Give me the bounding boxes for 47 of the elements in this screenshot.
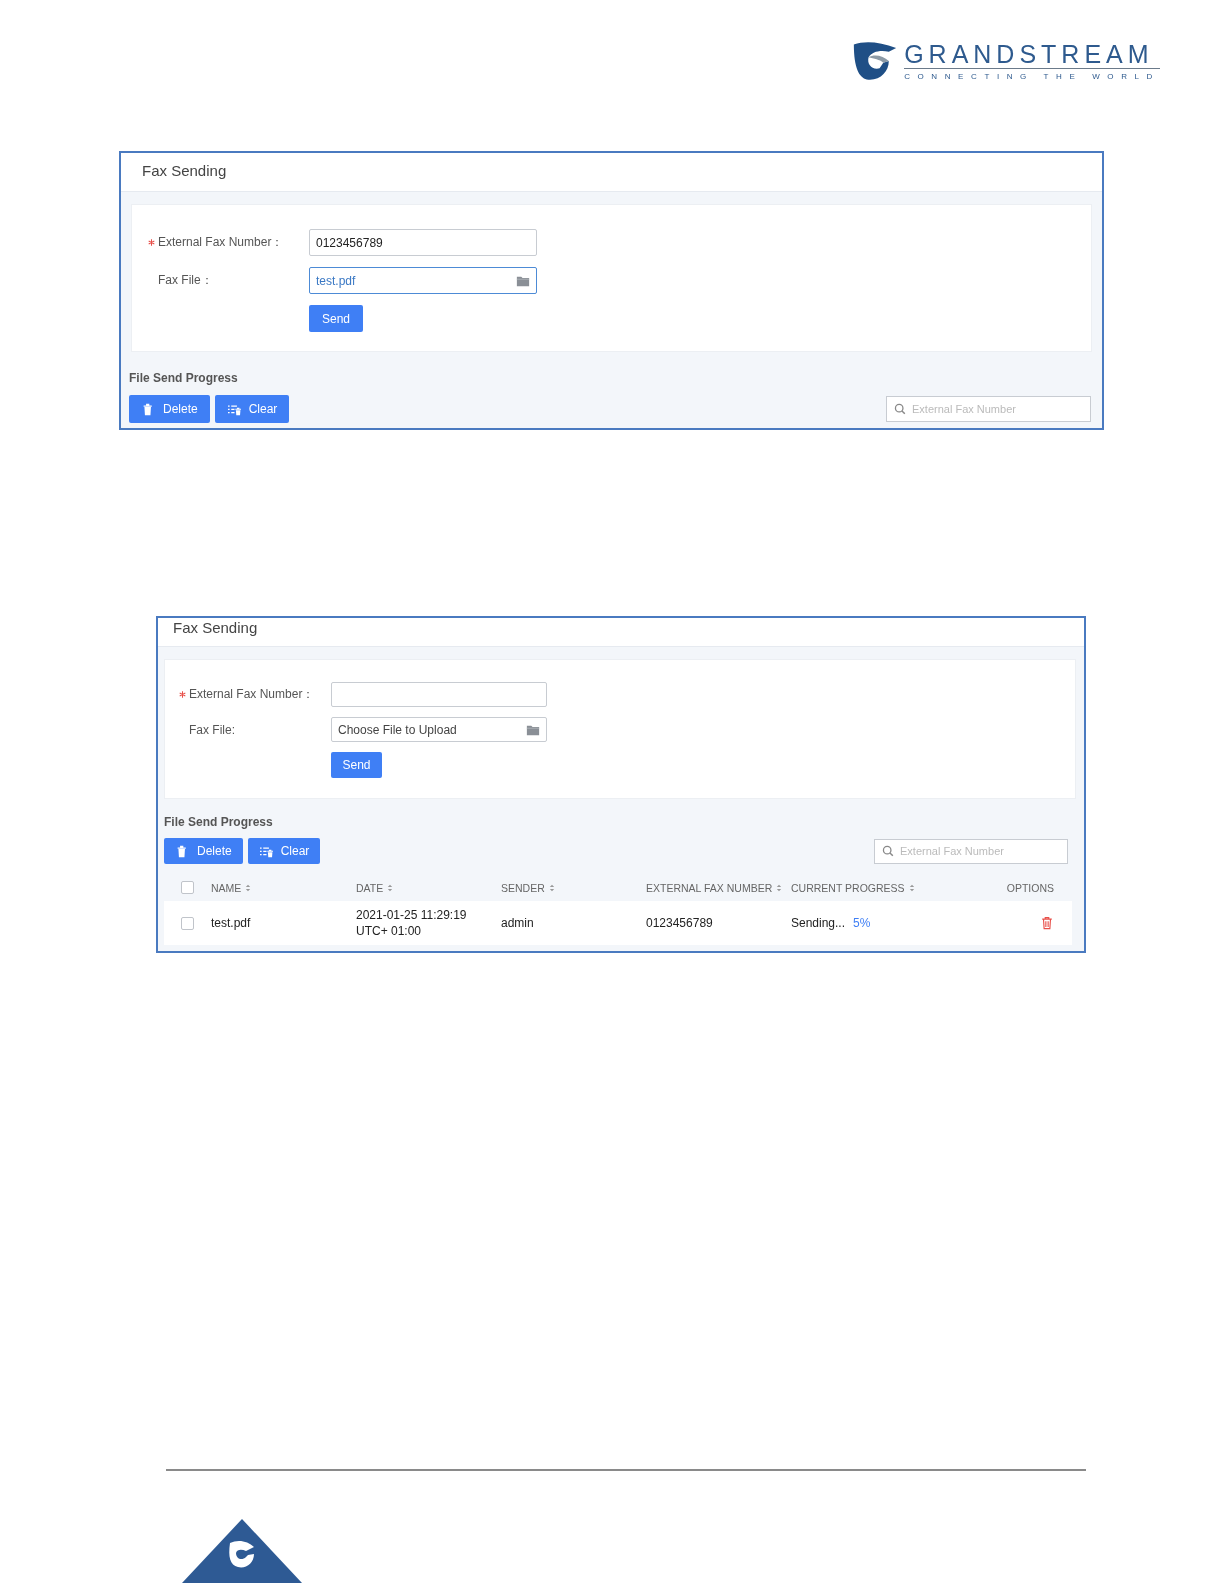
table-cell-text: 2021-01-25 11:29:19 UTC+ 01:00 <box>356 907 468 939</box>
footer-logo-icon <box>182 1519 302 1583</box>
file-upload-field[interactable]: Choose File to Upload <box>331 717 547 742</box>
panel-title: Fax Sending <box>158 618 1084 647</box>
sort-icon[interactable] <box>548 883 555 892</box>
section-title: File Send Progress <box>129 371 239 385</box>
table-cell: admin <box>501 915 534 931</box>
row-checkbox[interactable] <box>181 916 194 930</box>
clear-button[interactable]: Clear <box>247 838 321 864</box>
file-upload-field[interactable]: test.pdf <box>309 267 537 294</box>
search-icon <box>894 403 906 415</box>
table-cell: test.pdf <box>211 915 251 931</box>
field-label: Fax File: <box>189 722 235 737</box>
field-label: External Fax Number： <box>158 234 284 251</box>
send-button[interactable]: Send <box>309 305 363 332</box>
field-label: External Fax Number： <box>189 686 315 703</box>
clear-list-icon <box>226 402 242 416</box>
column-header[interactable]: DATE <box>356 881 384 894</box>
column-header[interactable]: CURRENT PROGRESS <box>791 881 905 894</box>
search-icon <box>882 845 894 857</box>
logo-wordmark: GRANDSTREAM <box>904 40 1160 69</box>
column-header: OPTIONS <box>1006 881 1054 894</box>
delete-button[interactable]: Delete <box>129 395 210 423</box>
progress-percent: 5% <box>853 915 871 931</box>
panel-title: Fax Sending <box>121 153 1102 192</box>
search-field[interactable]: External Fax Number <box>874 838 1068 864</box>
input-field[interactable] <box>331 682 547 707</box>
sort-icon[interactable] <box>908 883 915 892</box>
table-cell: 0123456789 <box>646 915 713 931</box>
column-header[interactable]: EXTERNAL FAX NUMBER <box>646 881 773 894</box>
column-header[interactable]: NAME <box>211 881 242 894</box>
input-field[interactable]: 0123456789 <box>309 229 537 256</box>
progress-status: Sending... <box>791 915 846 931</box>
delete-button[interactable]: Delete <box>164 838 243 864</box>
logo-tagline: CONNECTING THE WORLD <box>904 71 1160 82</box>
trash-icon[interactable] <box>1040 916 1054 930</box>
select-all-checkbox[interactable] <box>181 881 194 894</box>
section-title: File Send Progress <box>164 815 274 829</box>
sort-icon[interactable] <box>245 883 252 892</box>
field-label: Fax File： <box>158 272 213 289</box>
send-button[interactable]: Send <box>331 752 382 778</box>
sort-icon[interactable] <box>387 883 394 892</box>
sort-icon[interactable] <box>776 883 783 892</box>
search-field[interactable]: External Fax Number <box>886 396 1091 422</box>
clear-list-icon <box>258 844 274 858</box>
column-header[interactable]: SENDER <box>501 881 545 894</box>
clear-button[interactable]: Clear <box>214 395 290 423</box>
